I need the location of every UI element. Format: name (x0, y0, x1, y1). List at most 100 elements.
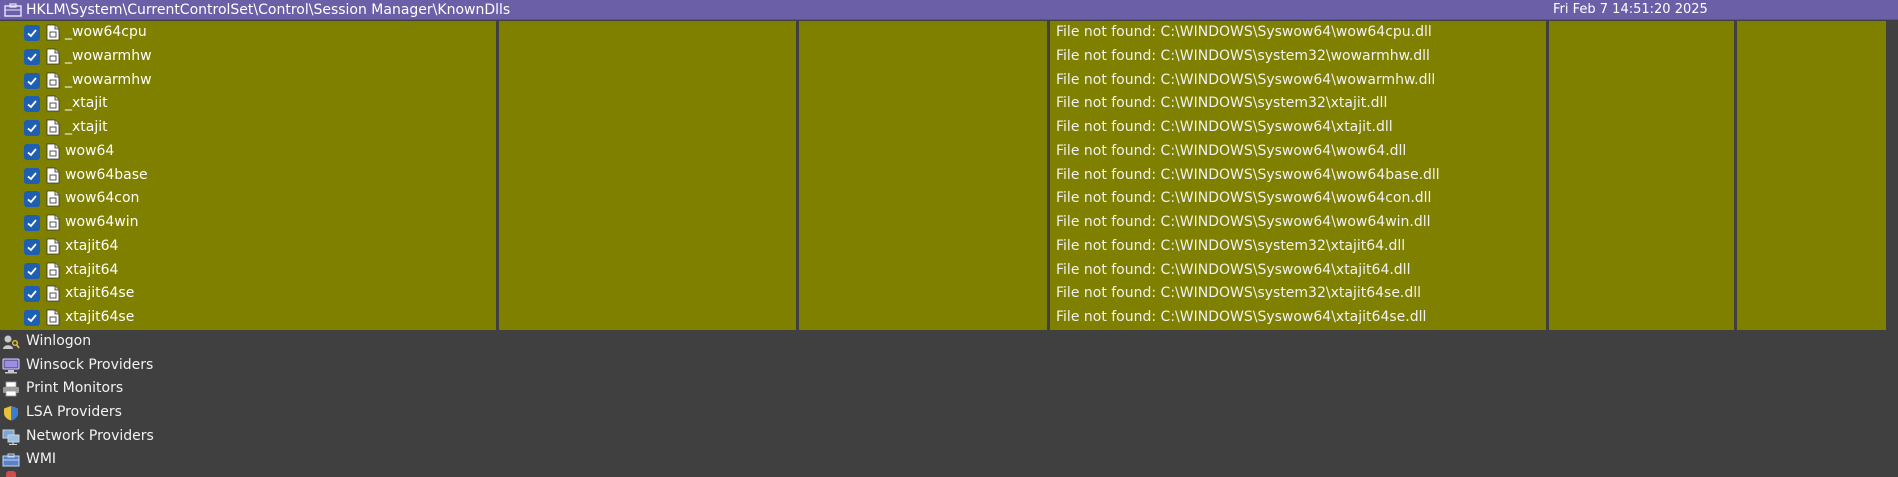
entry-checkbox[interactable] (24, 215, 40, 232)
table-cell (1737, 258, 1886, 283)
shield-icon (4, 406, 18, 421)
entry-name: xtajit64 (65, 237, 119, 254)
entry-name: _xtajit (65, 119, 108, 136)
entry-checkbox[interactable] (24, 72, 40, 89)
table-cell: File not found: C:\WINDOWS\Syswow64\wow6… (1050, 211, 1546, 235)
tree-item-label: LSA Providers (26, 404, 122, 421)
tree-item-label: WMI (26, 451, 57, 468)
table-cell: xtajit64 (0, 234, 496, 259)
table-cell (1737, 187, 1886, 212)
registry-path: HKLM\System\CurrentControlSet\Control\Se… (26, 1, 511, 18)
file-icon (46, 48, 60, 65)
table-cell (1549, 282, 1734, 307)
table-row[interactable]: xtajit64 File not found: C:\WINDOWS\syste… (0, 234, 1898, 259)
entry-checkbox[interactable] (24, 167, 40, 184)
table-cell: File not found: C:\WINDOWS\Syswow64\xtaj… (1050, 258, 1546, 283)
file-icon (46, 143, 60, 160)
table-row[interactable]: wow64con File not found: C:\WINDOWS\Syswo… (0, 187, 1898, 212)
table-cell (1737, 116, 1886, 140)
table-cell (1737, 234, 1886, 259)
timestamp: Fri Feb 7 14:51:20 2025 (1553, 2, 1708, 17)
table-cell (1549, 116, 1734, 140)
table-cell: File not found: C:\WINDOWS\Syswow64\wow6… (1050, 187, 1546, 212)
table-row[interactable]: _wowarmhw File not found: C:\WINDOWS\syst… (0, 44, 1898, 69)
network-icon (2, 429, 20, 445)
table-cell: wow64 (0, 139, 496, 164)
winlogon-icon (3, 335, 20, 349)
entries-table: _wow64cpu File not found: C:\WINDOWS\Sysw… (0, 21, 1898, 330)
tree-item-winlogon[interactable]: Winlogon (0, 330, 1898, 354)
checkmark-icon (27, 267, 37, 275)
table-cell (1549, 92, 1734, 117)
table-row[interactable]: wow64base File not found: C:\WINDOWS\Sysw… (0, 163, 1898, 188)
entry-checkbox[interactable] (24, 262, 40, 279)
entry-checkbox[interactable] (24, 310, 40, 327)
table-row[interactable]: wow64 File not found: C:\WINDOWS\Syswow64… (0, 139, 1898, 164)
file-icon (46, 309, 60, 326)
wmi-icon (2, 453, 20, 467)
table-cell (799, 21, 1047, 45)
tree-item-winsock-providers[interactable]: Winsock Providers (0, 354, 1898, 378)
tree-item-print-monitors[interactable]: Print Monitors (0, 377, 1898, 401)
table-row[interactable]: xtajit64se File not found: C:\WINDOWS\Sys… (0, 306, 1898, 330)
tree-item-lsa-providers[interactable]: LSA Providers (0, 401, 1898, 425)
table-cell (799, 139, 1047, 164)
table-cell (499, 44, 796, 69)
table-cell (1549, 68, 1734, 93)
checkmark-icon (27, 124, 37, 133)
table-row[interactable]: xtajit64se File not found: C:\WINDOWS\sys… (0, 282, 1898, 307)
table-cell (1737, 92, 1886, 117)
table-row[interactable]: _xtajit File not found: C:\WINDOWS\system… (0, 92, 1898, 117)
checkmark-icon (27, 76, 37, 85)
table-cell (799, 187, 1047, 212)
table-row[interactable]: wow64win File not found: C:\WINDOWS\Syswo… (0, 211, 1898, 235)
table-cell: File not found: C:\WINDOWS\Syswow64\wow6… (1050, 139, 1546, 164)
table-row[interactable]: _wow64cpu File not found: C:\WINDOWS\Sysw… (0, 21, 1898, 45)
entry-checkbox[interactable] (24, 143, 40, 160)
table-cell (799, 116, 1047, 140)
category-tree: Winlogon Winsock Providers Print Monitors L… (0, 330, 1898, 472)
table-cell: File not found: C:\WINDOWS\Syswow64\xtaj… (1050, 116, 1546, 140)
table-cell (499, 139, 796, 164)
entry-status: File not found: C:\WINDOWS\system32\xtaj… (1056, 237, 1406, 254)
entry-status: File not found: C:\WINDOWS\Syswow64\wow6… (1056, 166, 1440, 183)
entry-checkbox[interactable] (24, 96, 40, 113)
table-cell: File not found: C:\WINDOWS\system32\xtaj… (1050, 282, 1546, 307)
entry-name: xtajit64se (65, 285, 135, 302)
table-cell (1737, 21, 1886, 45)
file-icon (46, 190, 60, 207)
entry-checkbox[interactable] (24, 238, 40, 255)
table-cell (499, 92, 796, 117)
entry-checkbox[interactable] (24, 120, 40, 137)
table-cell (499, 163, 796, 188)
table-cell (499, 258, 796, 283)
file-icon (46, 95, 60, 112)
table-cell (799, 234, 1047, 259)
table-cell (799, 44, 1047, 69)
table-cell: wow64base (0, 163, 496, 188)
table-cell: File not found: C:\WINDOWS\Syswow64\wowa… (1050, 68, 1546, 93)
table-row[interactable]: xtajit64 File not found: C:\WINDOWS\Syswo… (0, 258, 1898, 283)
table-row[interactable]: _wowarmhw File not found: C:\WINDOWS\Sysw… (0, 68, 1898, 93)
checkmark-icon (27, 290, 37, 299)
checkmark-icon (27, 53, 37, 62)
entry-checkbox[interactable] (24, 25, 40, 41)
table-cell: _xtajit (0, 92, 496, 117)
table-cell: _wow64cpu (0, 21, 496, 45)
winsock-icon (2, 358, 20, 374)
table-cell (1737, 163, 1886, 188)
entry-checkbox[interactable] (24, 48, 40, 65)
entry-status: File not found: C:\WINDOWS\system32\xtaj… (1056, 95, 1388, 112)
entry-status: File not found: C:\WINDOWS\Syswow64\wow6… (1056, 214, 1431, 231)
table-cell (499, 187, 796, 212)
tree-item-network-providers[interactable]: Network Providers (0, 425, 1898, 449)
entry-status: File not found: C:\WINDOWS\system32\xtaj… (1056, 285, 1422, 302)
table-cell: wow64win (0, 211, 496, 235)
table-cell (499, 21, 796, 45)
table-cell (499, 282, 796, 307)
entry-checkbox[interactable] (24, 191, 40, 208)
entry-checkbox[interactable] (24, 286, 40, 303)
table-cell (1549, 139, 1734, 164)
tree-item-wmi[interactable]: WMI (0, 448, 1898, 472)
table-row[interactable]: _xtajit File not found: C:\WINDOWS\Syswow… (0, 116, 1898, 140)
